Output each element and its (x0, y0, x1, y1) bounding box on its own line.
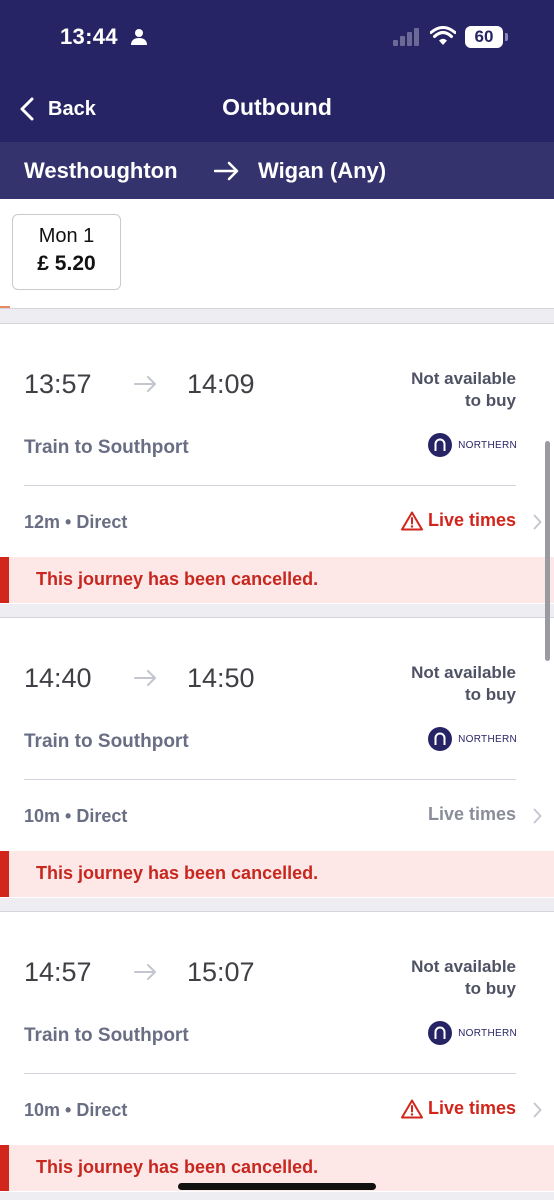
page-title: Outbound (222, 94, 332, 120)
route-destination: Wigan (Any) (258, 158, 387, 183)
operator: NORTHERN (428, 1021, 517, 1045)
operator-name: NORTHERN (458, 1027, 517, 1039)
route-origin: Westhoughton (24, 158, 178, 183)
date-strip: Mon 1 £ 5.20 (0, 199, 554, 309)
live-times-link[interactable]: Live times (400, 1098, 516, 1119)
person-icon (131, 29, 147, 45)
arrow-right-icon (134, 670, 156, 686)
warning-triangle-icon (400, 511, 423, 530)
arrow-right-icon (134, 964, 156, 980)
status-time: 13:44 (60, 24, 118, 49)
route-bar: Westhoughton Wigan (Any) (0, 142, 554, 199)
live-times-link[interactable]: Live times (400, 510, 516, 531)
cancellation-message: This journey has been cancelled. (36, 1157, 319, 1177)
northern-logo-icon (428, 1021, 453, 1045)
journey-duration: 10m • Direct (24, 806, 128, 826)
availability-status: Not available to buy (356, 368, 516, 412)
northern-logo-icon (428, 727, 453, 751)
journey-card[interactable]: 14:57 15:07 Not available to buy Train t… (0, 911, 554, 1192)
divider (24, 779, 516, 780)
arrival-time: 14:50 (187, 663, 255, 693)
warning-triangle-icon (400, 1099, 423, 1118)
service-name: Train to Southport (24, 437, 189, 458)
cancellation-message: This journey has been cancelled. (36, 569, 319, 589)
chevron-right-icon (533, 808, 542, 824)
arrival-time: 15:07 (187, 957, 255, 987)
availability-status: Not available to buy (356, 662, 516, 706)
operator: NORTHERN (428, 433, 517, 457)
operator-name: NORTHERN (458, 439, 517, 451)
live-times-label: Live times (427, 510, 516, 530)
journey-card[interactable]: 13:57 14:09 Not available to buy Train t… (0, 323, 554, 604)
journey-card[interactable]: 14:40 14:50 Not available to buy Train t… (0, 617, 554, 898)
scrollbar[interactable] (545, 441, 550, 661)
nav-bar: Back Outbound (0, 78, 554, 142)
availability-line: Not available (411, 369, 516, 388)
journey-duration: 12m • Direct (24, 512, 128, 532)
wifi-icon (430, 26, 456, 45)
operator: NORTHERN (428, 727, 517, 751)
divider (24, 485, 516, 486)
availability-status: Not available to buy (356, 956, 516, 1000)
chevron-right-icon (533, 514, 542, 530)
service-name: Train to Southport (24, 1025, 189, 1046)
date-chip[interactable]: Mon 1 £ 5.20 (12, 214, 121, 290)
live-times-label: Live times (427, 1098, 516, 1118)
departure-time: 14:57 (24, 957, 92, 987)
chevron-right-icon (533, 1102, 542, 1118)
northern-logo-icon (428, 433, 453, 457)
date-day: Mon 1 (38, 225, 95, 247)
availability-line: to buy (465, 685, 516, 704)
journey-duration: 10m • Direct (24, 1100, 128, 1120)
journey-list: 13:57 14:09 Not available to buy Train t… (0, 323, 554, 1200)
cancellation-banner: This journey has been cancelled. (0, 557, 554, 603)
live-times-link[interactable]: Live times (428, 804, 516, 825)
service-name: Train to Southport (24, 731, 189, 752)
battery-indicator: 60 (465, 26, 508, 48)
availability-line: Not available (411, 663, 516, 682)
divider (24, 1073, 516, 1074)
arrow-right-icon (214, 161, 239, 181)
availability-line: to buy (465, 979, 516, 998)
arrow-right-icon (134, 376, 156, 392)
cancellation-message: This journey has been cancelled. (36, 863, 319, 883)
status-bar: 13:44 60 (0, 0, 554, 78)
cellular-signal-icon (393, 28, 419, 46)
cancellation-banner: This journey has been cancelled. (0, 851, 554, 897)
operator-name: NORTHERN (458, 733, 517, 745)
strip-accent (0, 306, 10, 308)
availability-line: Not available (411, 957, 516, 976)
live-times-label: Live times (427, 804, 516, 824)
home-indicator[interactable] (178, 1183, 376, 1190)
departure-time: 13:57 (24, 369, 92, 399)
availability-line: to buy (465, 391, 516, 410)
departure-time: 14:40 (24, 663, 92, 693)
arrival-time: 14:09 (187, 369, 255, 399)
date-price: £ 5.20 (37, 252, 96, 275)
